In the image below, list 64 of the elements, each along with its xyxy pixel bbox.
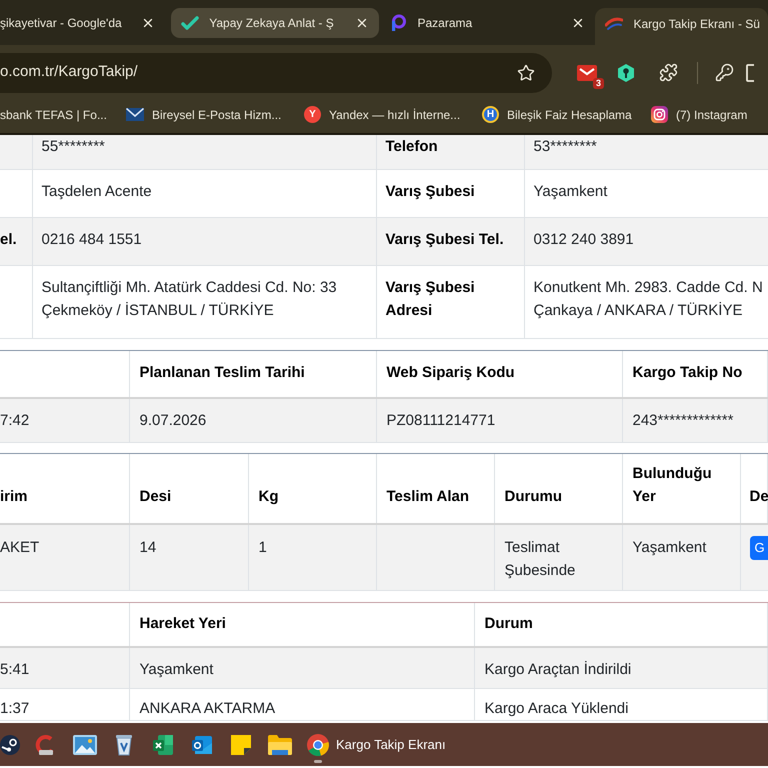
key-icon [714,63,734,82]
field-value: Taşdelen Acente [32,169,376,217]
field-value: 55******** [32,135,376,169]
swoosh-icon [605,16,624,30]
field-label: Varış Şubesi Tel. [376,217,524,265]
star-icon [517,64,535,82]
field-value: 0312 240 3891 [524,217,768,265]
field-label: el. [0,217,32,265]
field-value: 53******** [524,135,768,169]
action-button[interactable]: G [750,536,768,560]
table-cell: AKET [0,524,129,590]
bookmark-link[interactable]: Bireysel E-Posta Hizm... [126,106,282,124]
running-indicator [314,760,322,762]
table-cell: 7:42 [0,398,129,442]
bracket-icon[interactable] [746,64,754,82]
browser-tab[interactable]: şikayetivar - Google'da [0,8,166,38]
bookmark-link[interactable]: sbank TEFAS | Fo... [0,106,107,124]
mail-icon [190,734,212,756]
circle-logo-icon [307,734,329,756]
table-cell: ANKARA AKTARMA [129,688,474,720]
table-cell: 5:41 [0,646,129,688]
table-cell: Kargo Araca Yüklendi [474,688,768,720]
field-label: Varış Şubesi [376,169,524,217]
spreadsheet-icon [152,734,174,756]
puzzle-icon [658,63,678,82]
note-icon [230,734,252,756]
letter-logo-icon: Y [304,106,321,123]
table-cell: 1:37 [0,688,129,720]
table-cell: 14 [129,524,248,590]
table-cell: 1 [248,524,376,590]
table-cell: PZ08111214771 [376,398,622,442]
field-value: 0216 484 1551 [32,217,376,265]
bookmark-link[interactable]: H Bileşik Faiz Hesaplama [482,106,632,124]
field-value: Sultançiftliği Mh. Atatürk Caddesi Cd. No: 33 Çekmeköy / İSTANBUL / TÜRKİYE [32,265,376,338]
c-shape-icon [34,734,56,756]
browser-tab[interactable]: Pazarama [381,8,596,38]
picture-icon [72,734,96,754]
table-cell: Yaşamkent [129,646,474,688]
envelope-icon [577,64,597,80]
table-cell: Kargo Araçtan İndirildi [474,646,768,688]
letter-logo-icon: H [482,106,499,123]
table-cell: 243************* [622,398,768,442]
table-cell: 9.07.2026 [129,398,376,442]
envelope-icon [126,108,144,121]
field-value: Konutkent Mh. 2983. Cadde Cd. N Çankaya / ANKARA / TÜRKİYE [524,265,768,338]
field-value: Yaşamkent [524,169,768,217]
hexagon-key-icon [616,62,636,82]
field-label: Telefon [376,135,524,169]
table-cell: Yaşamkent [622,524,740,590]
notification-badge: 3 [592,78,604,88]
round-logo-icon [0,734,20,754]
url-field[interactable]: o.com.tr/KargoTakip/ [0,61,514,84]
check-swoosh-icon [181,15,200,31]
folder-icon [268,734,292,754]
ring-logo-icon [389,14,408,32]
browser-tab[interactable]: Yapay Zekaya Anlat - Ş [171,8,380,38]
browser-tab[interactable]: Kargo Takip Ekranı - Sü [595,8,768,45]
field-label: Varış Şubesi Adresi [376,265,524,338]
camera-icon [651,106,668,123]
taskbar-window-button[interactable]: Kargo Takip Ekranı [307,724,446,764]
bookmark-link[interactable]: Y Yandex — hızlı İnterne... [304,106,460,124]
bin-icon [114,734,132,756]
table-cell: Teslimat Şubesinde [494,524,622,590]
bookmark-link[interactable]: (7) Instagram [651,106,748,124]
